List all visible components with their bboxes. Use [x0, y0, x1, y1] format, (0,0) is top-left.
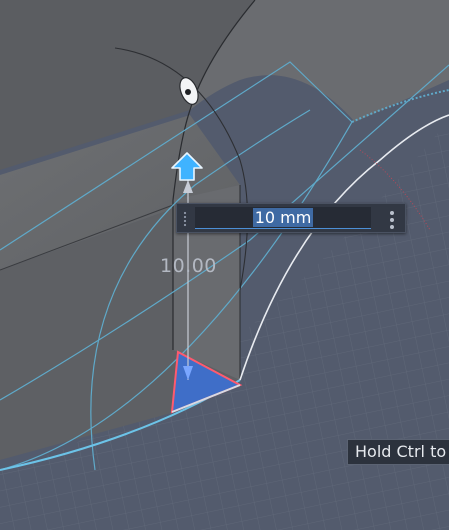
dimension-value-field[interactable]: 10 mm [195, 207, 371, 229]
vertical-dots-icon[interactable] [389, 209, 395, 229]
hint-tooltip: Hold Ctrl to [347, 439, 449, 465]
dimension-input-box[interactable]: 10 mm [176, 203, 406, 233]
dimension-readout: 10.00 [160, 255, 217, 277]
drag-grip-icon[interactable] [179, 209, 191, 229]
3d-viewport[interactable]: 10 mm 10.00 Hold Ctrl to [0, 0, 449, 530]
dimension-value-text: 10 mm [252, 208, 314, 227]
